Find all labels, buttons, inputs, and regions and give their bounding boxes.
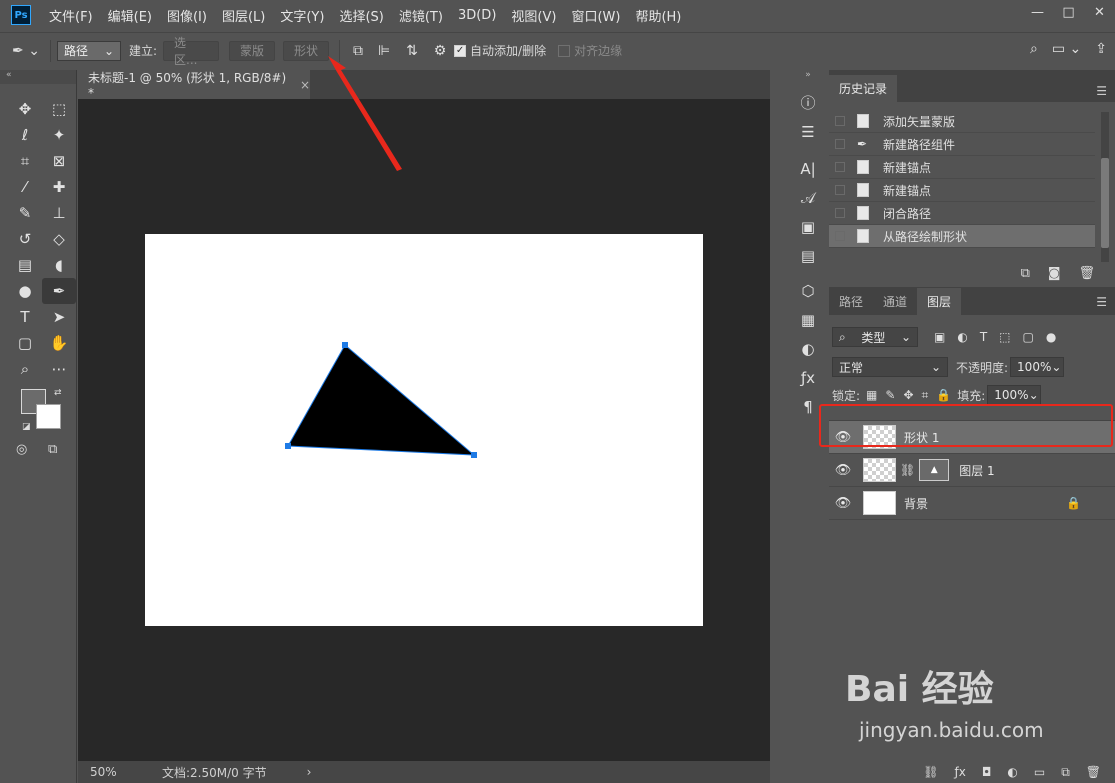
baidu-watermark: Bai 经验 jingyan.baidu.com <box>845 660 1065 770</box>
watermark-url: jingyan.baidu.com <box>859 718 1044 742</box>
red-arrow-icon <box>328 56 402 171</box>
watermark-main: Bai 经验 <box>845 669 994 710</box>
